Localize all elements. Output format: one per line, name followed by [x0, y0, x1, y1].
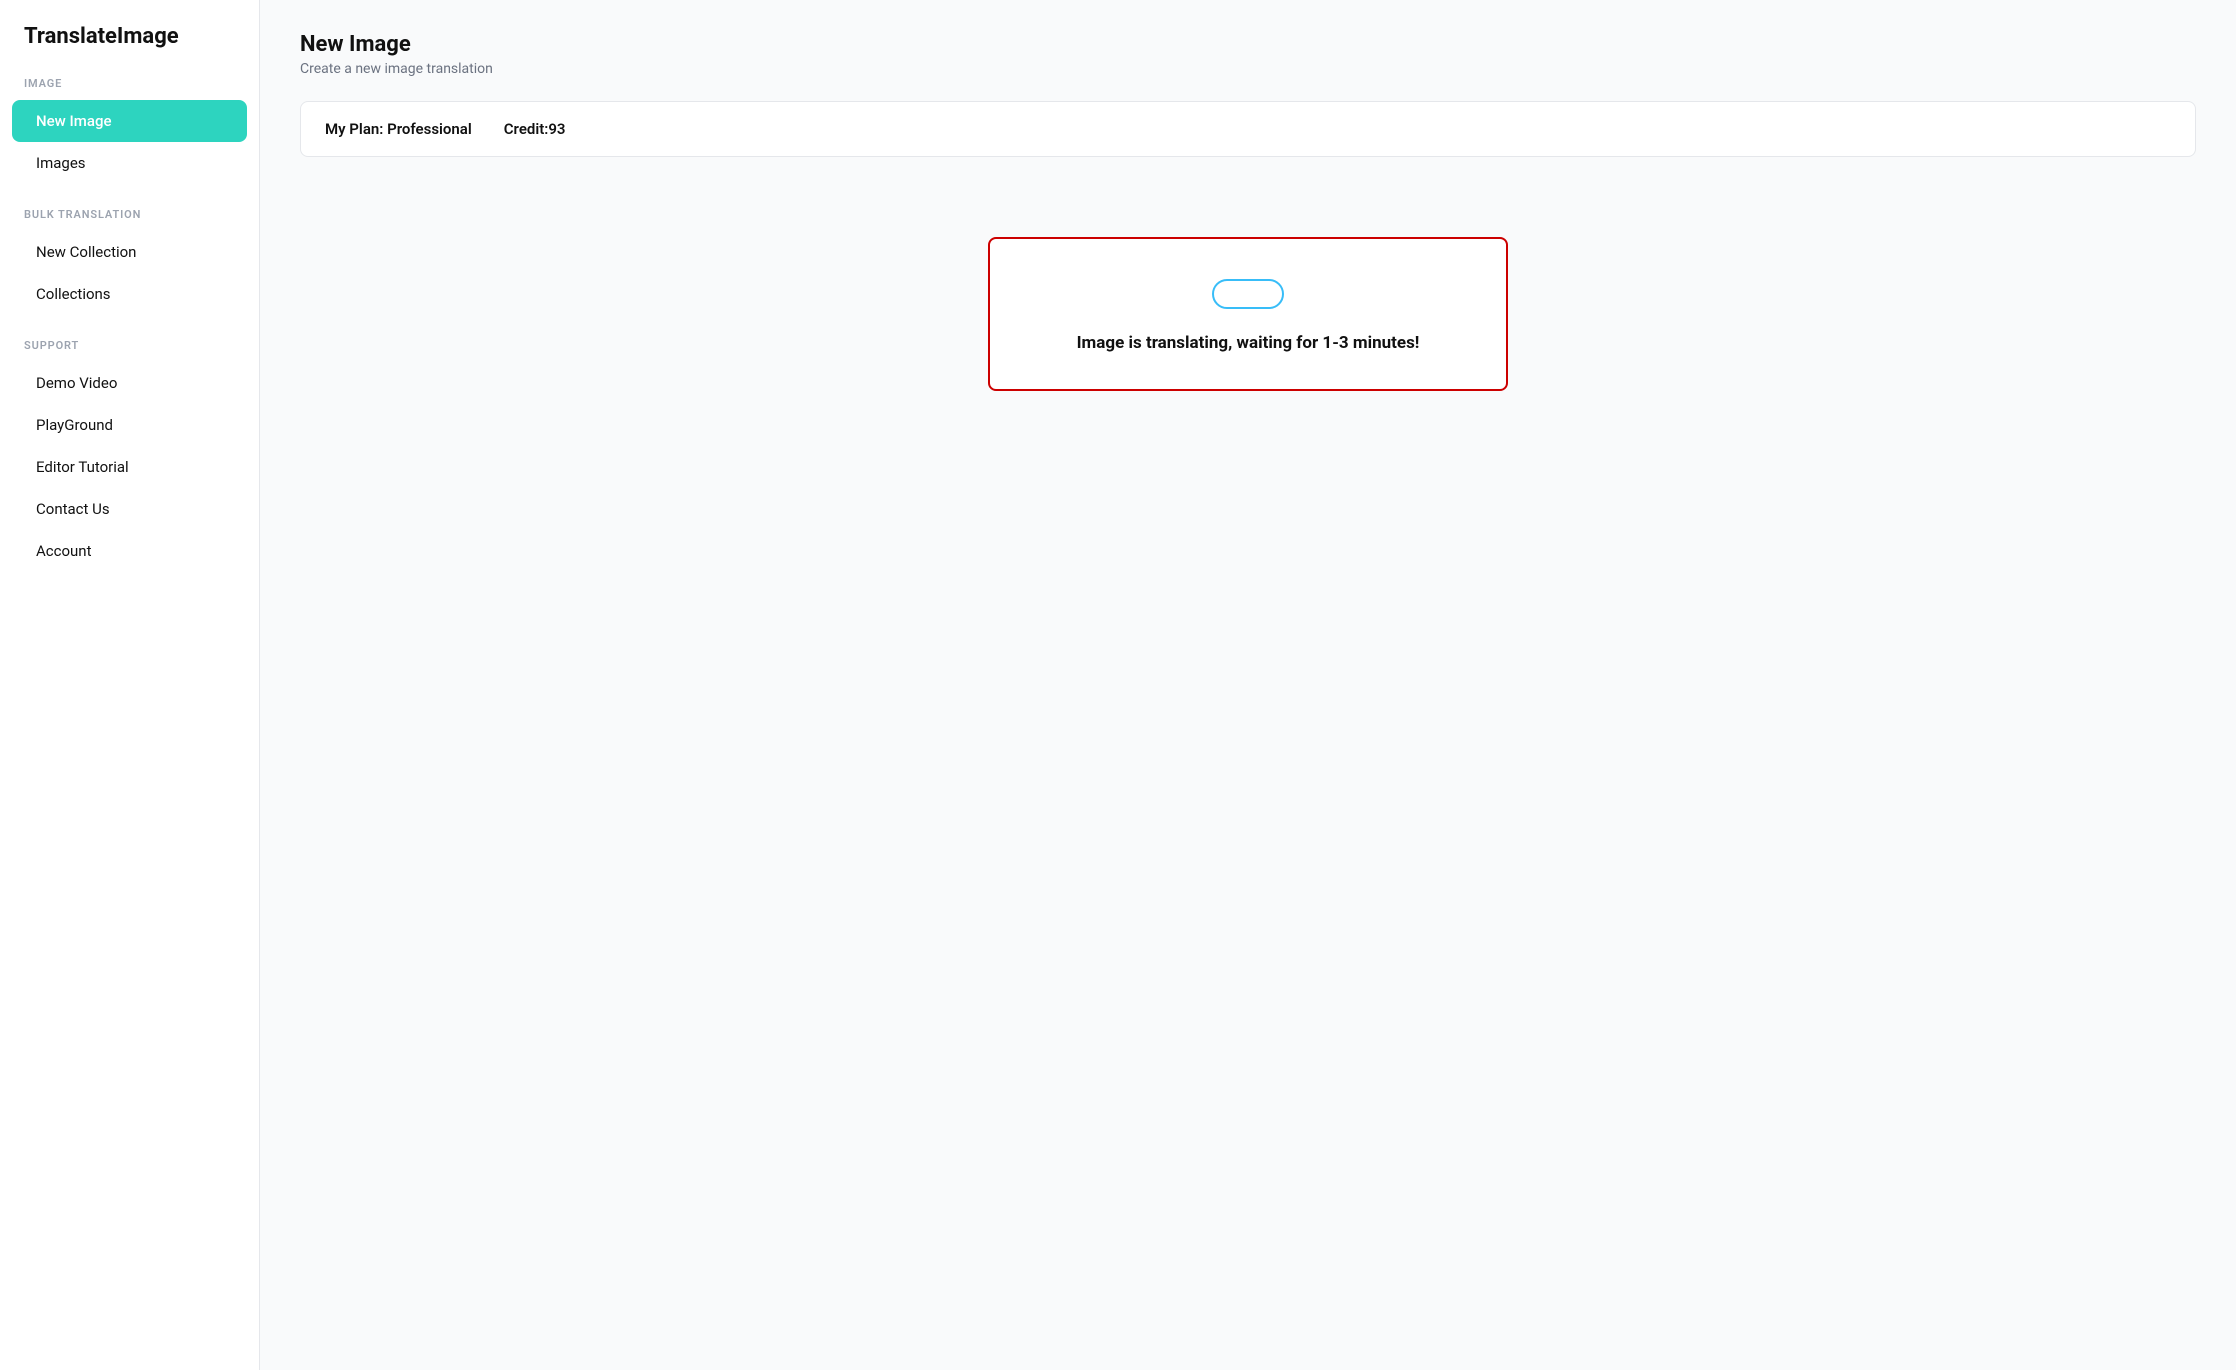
translation-status-box: Image is translating, waiting for 1-3 mi… [988, 237, 1508, 391]
loading-spinner [1212, 279, 1284, 309]
main-content: New Image Create a new image translation… [260, 0, 2236, 1370]
sidebar-item-collections[interactable]: Collections [12, 273, 247, 315]
sidebar-item-images[interactable]: Images [12, 142, 247, 184]
plan-label: My Plan: Professional [325, 120, 472, 138]
sidebar-item-contact-us[interactable]: Contact Us [12, 488, 247, 530]
section-label-bulk-translation: BULK TRANSLATION [0, 208, 259, 231]
section-label-image: IMAGE [0, 77, 259, 100]
nav-section-image: IMAGE New Image Images [0, 77, 259, 184]
translation-message: Image is translating, waiting for 1-3 mi… [1077, 333, 1420, 353]
sidebar: TranslateImage IMAGE New Image Images BU… [0, 0, 260, 1370]
section-label-support: SUPPORT [0, 339, 259, 362]
sidebar-item-editor-tutorial[interactable]: Editor Tutorial [12, 446, 247, 488]
page-header: New Image Create a new image translation [300, 32, 2196, 77]
sidebar-item-account[interactable]: Account [12, 530, 247, 572]
page-title: New Image [300, 32, 2196, 57]
sidebar-item-new-collection[interactable]: New Collection [12, 231, 247, 273]
app-logo: TranslateImage [0, 24, 259, 77]
page-subtitle: Create a new image translation [300, 61, 2196, 77]
credit-label: Credit:93 [504, 120, 566, 138]
nav-section-bulk-translation: BULK TRANSLATION New Collection Collecti… [0, 208, 259, 315]
sidebar-item-demo-video[interactable]: Demo Video [12, 362, 247, 404]
plan-bar: My Plan: Professional Credit:93 [300, 101, 2196, 157]
nav-section-support: SUPPORT Demo Video PlayGround Editor Tut… [0, 339, 259, 572]
sidebar-item-new-image[interactable]: New Image [12, 100, 247, 142]
sidebar-item-playground[interactable]: PlayGround [12, 404, 247, 446]
translation-status-container: Image is translating, waiting for 1-3 mi… [300, 237, 2196, 391]
